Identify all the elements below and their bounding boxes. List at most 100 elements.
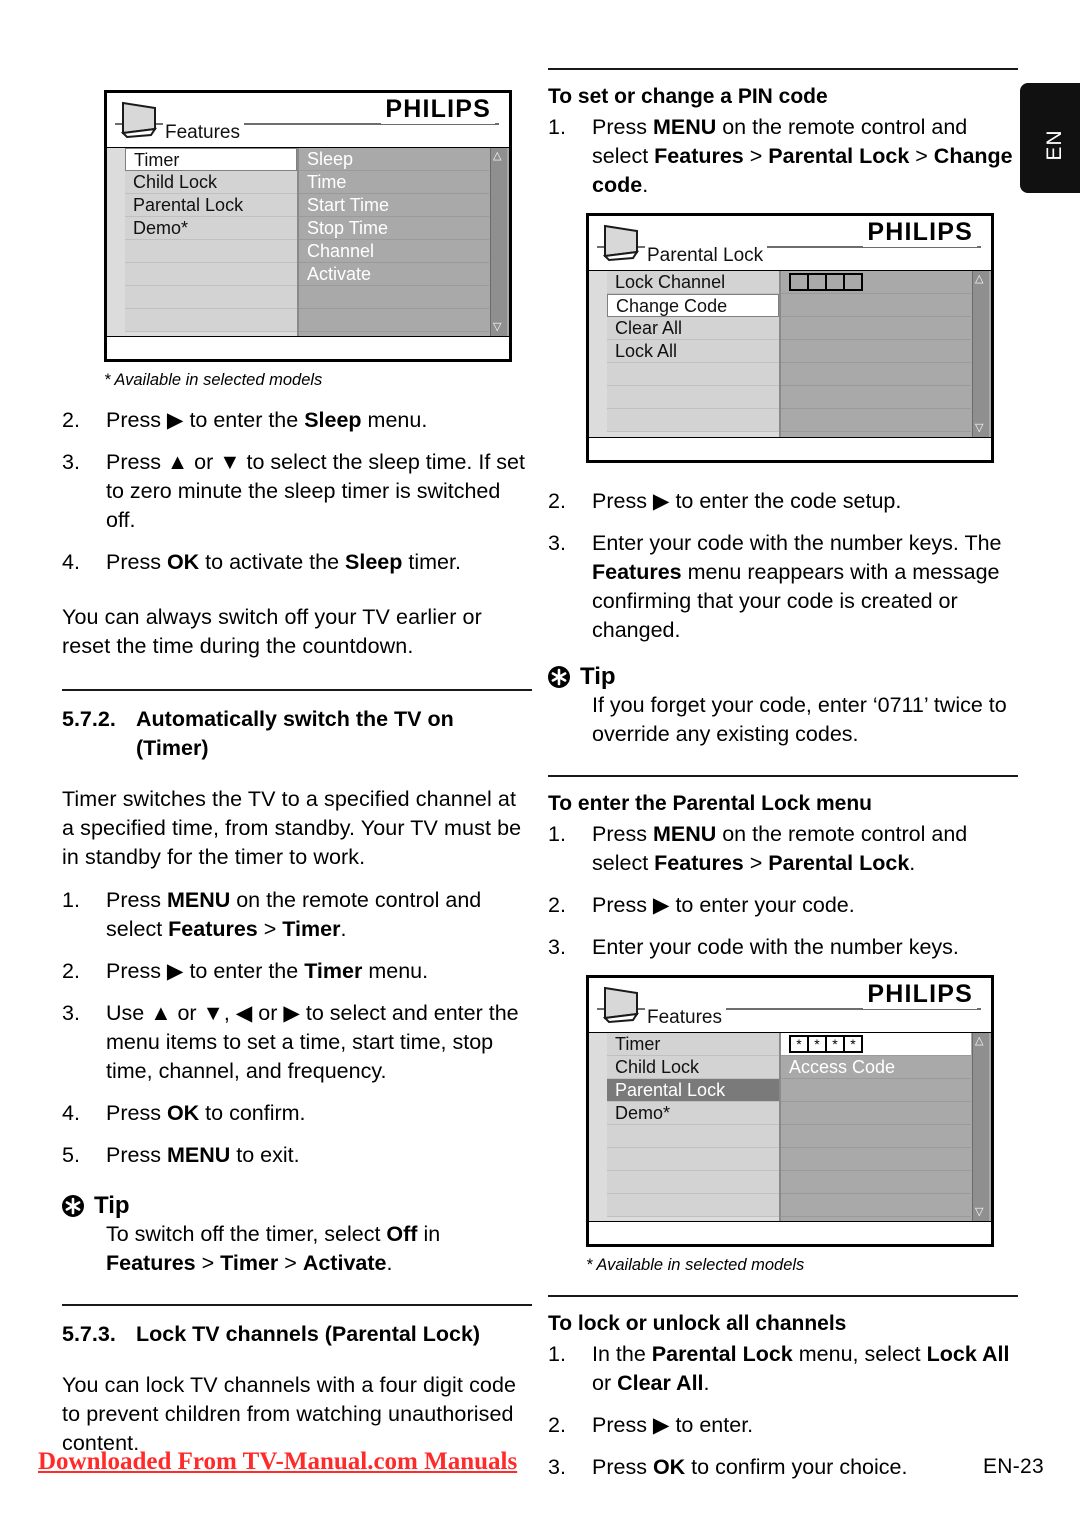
tip-title: Tip	[62, 1192, 532, 1220]
tip-asterisk-icon	[62, 1195, 84, 1217]
menu-item-child-lock[interactable]: Child Lock	[125, 171, 297, 194]
menu-item-demo[interactable]: Demo*	[607, 1102, 779, 1125]
scroll-up-icon[interactable]: △	[975, 274, 983, 285]
divider	[548, 1295, 1018, 1297]
pin-steps-list: 2. Press ▶ to enter the code setup. 3. E…	[548, 487, 1018, 645]
scroll-down-icon[interactable]: ▽	[975, 423, 983, 434]
code-box[interactable]: *	[789, 1035, 809, 1053]
tip-label: Tip	[580, 663, 616, 690]
scroll-down-icon[interactable]: ▽	[493, 322, 501, 333]
lock-intro: You can lock TV channels with a four dig…	[62, 1373, 517, 1455]
menu-item-demo[interactable]: Demo*	[125, 217, 297, 240]
scroll-up-icon[interactable]: △	[975, 1036, 983, 1047]
submenu-item-channel[interactable]: Channel	[299, 240, 489, 263]
page-number: EN-23	[982, 1455, 1044, 1478]
menu-item-timer[interactable]: Timer	[125, 148, 297, 171]
submenu-item-empty	[299, 309, 489, 332]
enter-menu-heading: To enter the Parental Lock menu	[548, 792, 873, 815]
download-source-link[interactable]: Downloaded From TV-Manual.com Manuals	[38, 1448, 517, 1476]
scroll-down-icon[interactable]: ▽	[975, 1207, 983, 1218]
sleep-steps-list: 2. Press ▶ to enter the Sleep menu. 3. P…	[62, 406, 532, 577]
philips-logo: PHILIPS	[381, 95, 495, 124]
submenu-item-start-time[interactable]: Start Time	[299, 194, 489, 217]
language-tab: EN	[1020, 83, 1080, 193]
osd-body: Lock Channel Change Code Clear All Lock …	[589, 270, 991, 437]
submenu-item-empty	[781, 294, 971, 317]
menu-item-clear-all[interactable]: Clear All	[607, 317, 779, 340]
submenu-item-empty	[781, 363, 971, 386]
list-item: 2. Press ▶ to enter.	[548, 1411, 1018, 1440]
divider	[548, 775, 1018, 777]
sleep-note: You can always switch off your TV earlie…	[62, 605, 482, 658]
submenu-item-time[interactable]: Time	[299, 171, 489, 194]
step-number: 4.	[62, 1101, 80, 1125]
tv-icon	[597, 984, 641, 1029]
list-item: 4. Press OK to activate the Sleep timer.	[62, 548, 532, 577]
submenu-item-access-code[interactable]: Access Code	[781, 1056, 971, 1079]
submenu-item-activate[interactable]: Activate	[299, 263, 489, 286]
tip-text: If you forget your code, enter ‘0711’ tw…	[592, 693, 1007, 746]
step-number: 3.	[62, 450, 80, 474]
osd-body: Timer Child Lock Parental Lock Demo* * *…	[589, 1032, 991, 1221]
tip-block-timer: Tip To switch off the timer, select Off …	[62, 1192, 532, 1278]
submenu-item-empty	[781, 1171, 971, 1194]
menu-item-empty	[607, 1171, 779, 1194]
divider	[62, 689, 532, 691]
scroll-up-icon[interactable]: △	[493, 151, 501, 162]
list-item: 2. Press ▶ to enter the Sleep menu.	[62, 406, 532, 435]
osd-footnote: * Available in selected models	[104, 371, 323, 389]
tip-title: Tip	[548, 663, 1018, 691]
menu-item-empty	[607, 1148, 779, 1171]
menu-item-timer[interactable]: Timer	[607, 1033, 779, 1056]
divider	[548, 68, 1018, 70]
code-box[interactable]: *	[825, 1035, 845, 1053]
section-title: Automatically switch the TV on (Timer)	[136, 707, 454, 760]
menu-item-child-lock[interactable]: Child Lock	[607, 1056, 779, 1079]
submenu-item-sleep[interactable]: Sleep	[299, 148, 489, 171]
submenu-item-empty	[781, 340, 971, 363]
step-text: Press ▶ to enter your code.	[592, 893, 855, 917]
menu-item-lock-all[interactable]: Lock All	[607, 340, 779, 363]
osd-title: Features	[163, 122, 244, 144]
step-number: 2.	[548, 893, 566, 917]
step-text: Enter your code with the number keys.	[592, 935, 959, 959]
code-entry-row[interactable]: * * * *	[781, 1033, 971, 1056]
timer-intro: Timer switches the TV to a specified cha…	[62, 787, 522, 869]
code-box[interactable]: *	[807, 1035, 827, 1053]
menu-item-change-code[interactable]: Change Code	[607, 294, 779, 317]
code-box[interactable]	[789, 273, 809, 291]
code-box[interactable]	[843, 273, 863, 291]
pin-step1-list: 1. Press MENU on the remote control and …	[548, 113, 1018, 200]
submenu-item-empty	[781, 317, 971, 340]
step-text: Press MENU on the remote control and sel…	[106, 888, 482, 941]
enter-steps-list: 1. Press MENU on the remote control and …	[548, 820, 1018, 962]
osd-scrollbar[interactable]: △ ▽	[972, 271, 989, 437]
menu-item-empty	[607, 409, 779, 432]
code-box[interactable]	[825, 273, 845, 291]
tv-icon	[115, 99, 159, 144]
step-text: Press MENU on the remote control and sel…	[592, 822, 968, 875]
list-item: 3. Press ▲ or ▼ to select the sleep time…	[62, 448, 532, 535]
step-number: 2.	[548, 1413, 566, 1437]
menu-item-parental-lock[interactable]: Parental Lock	[607, 1079, 779, 1102]
osd-body: Timer Child Lock Parental Lock Demo* Sle…	[107, 147, 509, 336]
menu-item-parental-lock[interactable]: Parental Lock	[125, 194, 297, 217]
code-entry-row[interactable]	[781, 271, 971, 294]
osd-features-timer: Features PHILIPS Timer Child Lock Parent…	[104, 90, 512, 362]
step-text: Press ▲ or ▼ to select the sleep time. I…	[106, 450, 525, 532]
menu-item-lock-channel[interactable]: Lock Channel	[607, 271, 779, 294]
lock-all-steps-list: 1. In the Parental Lock menu, select Loc…	[548, 1340, 1018, 1482]
code-box[interactable]	[807, 273, 827, 291]
code-boxes[interactable]: * * * *	[789, 1033, 971, 1053]
osd-header: Features PHILIPS	[589, 978, 991, 1032]
tip-label: Tip	[94, 1192, 130, 1219]
submenu-item-stop-time[interactable]: Stop Time	[299, 217, 489, 240]
osd-scrollbar[interactable]: △ ▽	[490, 148, 507, 336]
code-boxes[interactable]	[789, 271, 971, 291]
code-box[interactable]: *	[843, 1035, 863, 1053]
divider	[62, 1304, 532, 1306]
step-number: 2.	[548, 489, 566, 513]
osd-title: Parental Lock	[645, 245, 768, 267]
step-text: Press OK to confirm.	[106, 1101, 306, 1125]
osd-scrollbar[interactable]: △ ▽	[972, 1033, 989, 1221]
